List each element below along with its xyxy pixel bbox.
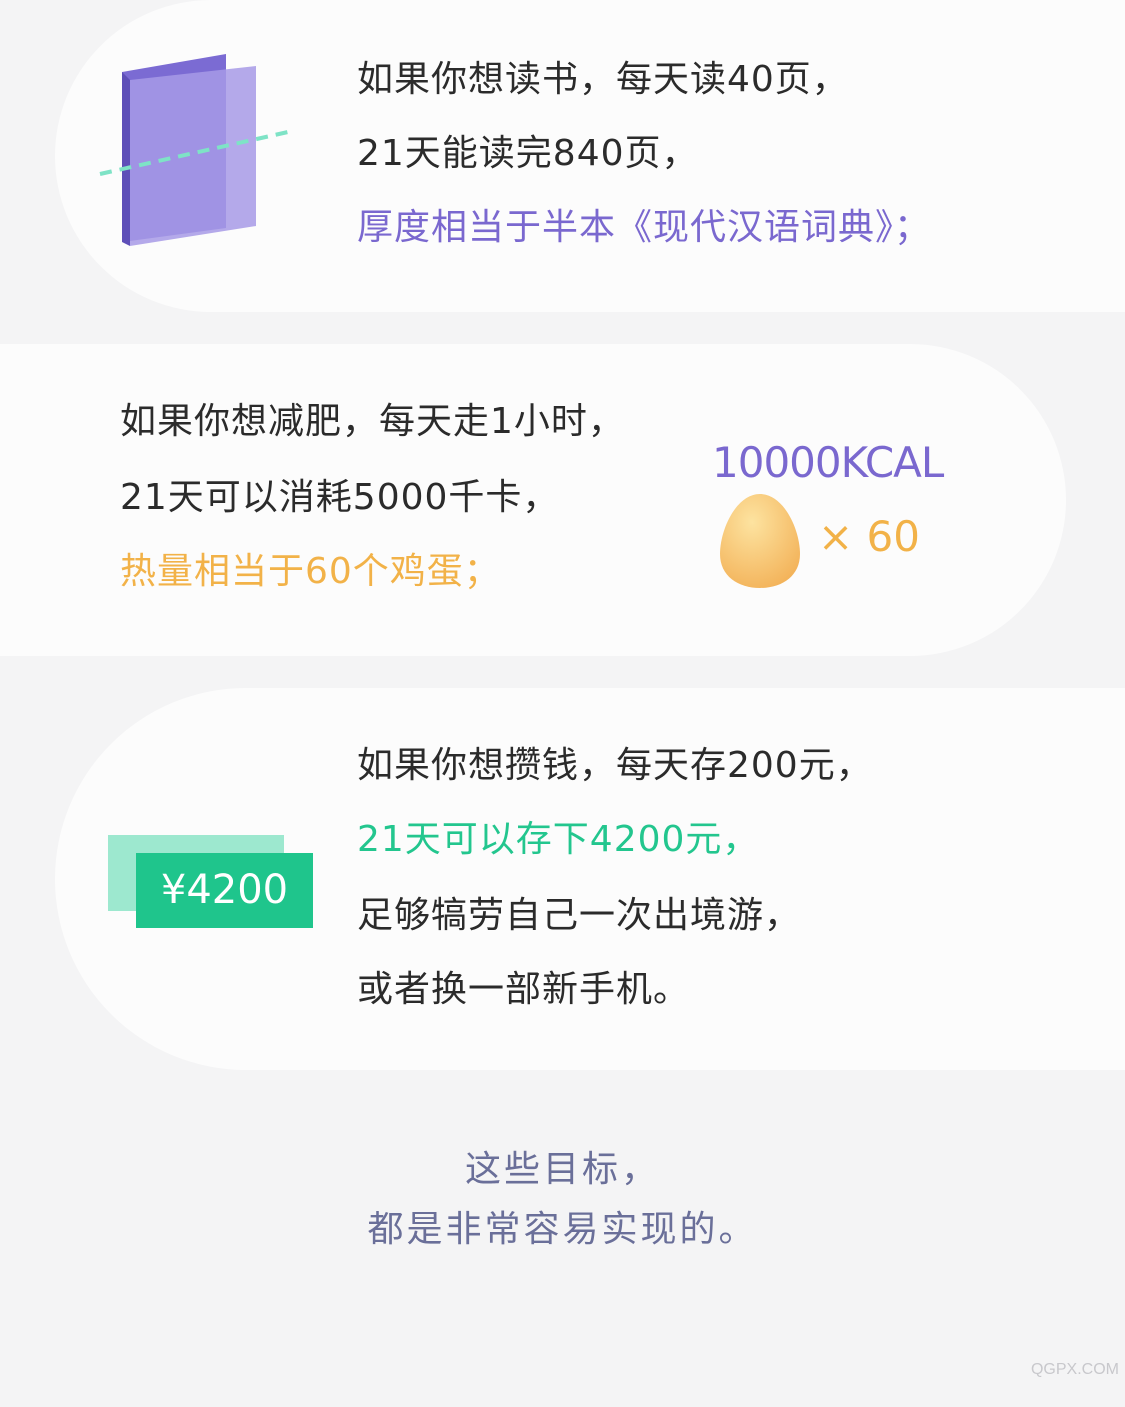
times-label: × 60 xyxy=(818,512,920,561)
egg-icon xyxy=(720,494,800,588)
kcal-label: 10000KCAL xyxy=(712,438,944,487)
diet-line-2: 21天可以消耗5000千卡， xyxy=(120,477,560,518)
watermark: QGPX.COM xyxy=(1030,1361,1119,1378)
book-icon xyxy=(99,54,289,246)
closing-line-1: 这些目标， xyxy=(464,1149,660,1190)
diet-line-3: 热量相当于60个鸡蛋； xyxy=(120,551,501,592)
closing-line-2: 都是非常容易实现的。 xyxy=(367,1209,758,1250)
money-badge: ¥4200 xyxy=(136,853,313,928)
saving-line-2: 21天可以存下4200元， xyxy=(357,819,760,860)
saving-line-3: 足够犒劳自己一次出境游， xyxy=(357,895,802,936)
reading-line-2: 21天能读完840页， xyxy=(357,133,699,174)
saving-line-1: 如果你想攒钱，每天存200元， xyxy=(357,745,873,786)
diet-line-1: 如果你想减肥，每天走1小时， xyxy=(120,401,625,442)
reading-line-1: 如果你想读书，每天读40页， xyxy=(357,59,849,100)
saving-line-4: 或者换一部新手机。 xyxy=(357,969,691,1010)
reading-line-3: 厚度相当于半本《现代汉语词典》； xyxy=(357,207,932,248)
